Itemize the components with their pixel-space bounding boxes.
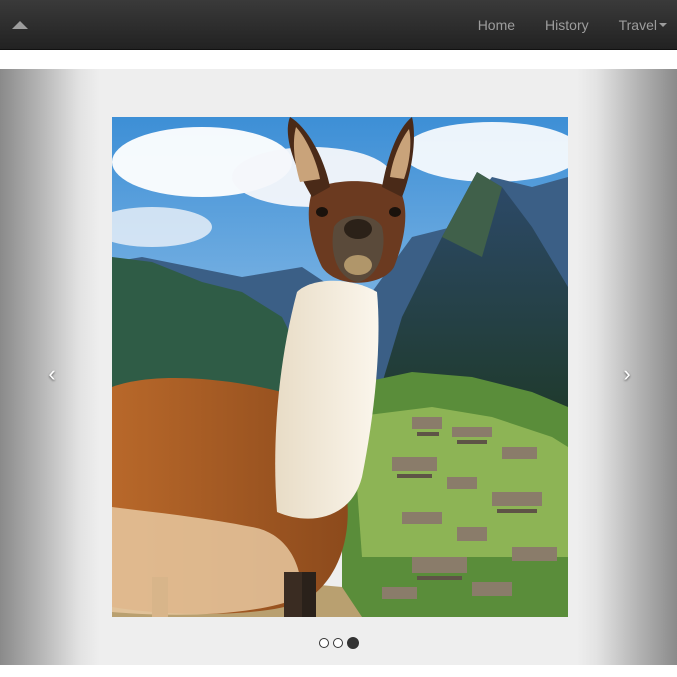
image-carousel: ‹ ›	[0, 69, 677, 665]
nav-link-travel[interactable]: Travel	[604, 0, 667, 50]
nav-link-home[interactable]: Home	[463, 0, 530, 50]
carousel-indicator-1[interactable]	[318, 638, 329, 648]
navbar-toggle[interactable]	[10, 17, 30, 33]
top-navbar: Home History Travel	[0, 0, 677, 50]
carousel-prev-button[interactable]: ‹	[37, 359, 67, 389]
carousel-indicators	[0, 637, 677, 649]
nav-links: Home History Travel	[463, 0, 667, 50]
carousel-indicator-3[interactable]	[346, 637, 359, 649]
llama-machu-picchu-image	[112, 117, 568, 617]
nav-link-travel-label: Travel	[618, 17, 657, 33]
carousel-slide-image[interactable]	[112, 117, 568, 617]
carousel-indicator-2[interactable]	[332, 638, 343, 648]
caret-down-icon	[659, 23, 667, 28]
carousel-next-button[interactable]: ›	[612, 359, 642, 389]
triangle-up-icon	[12, 21, 28, 29]
nav-link-history[interactable]: History	[530, 0, 604, 50]
